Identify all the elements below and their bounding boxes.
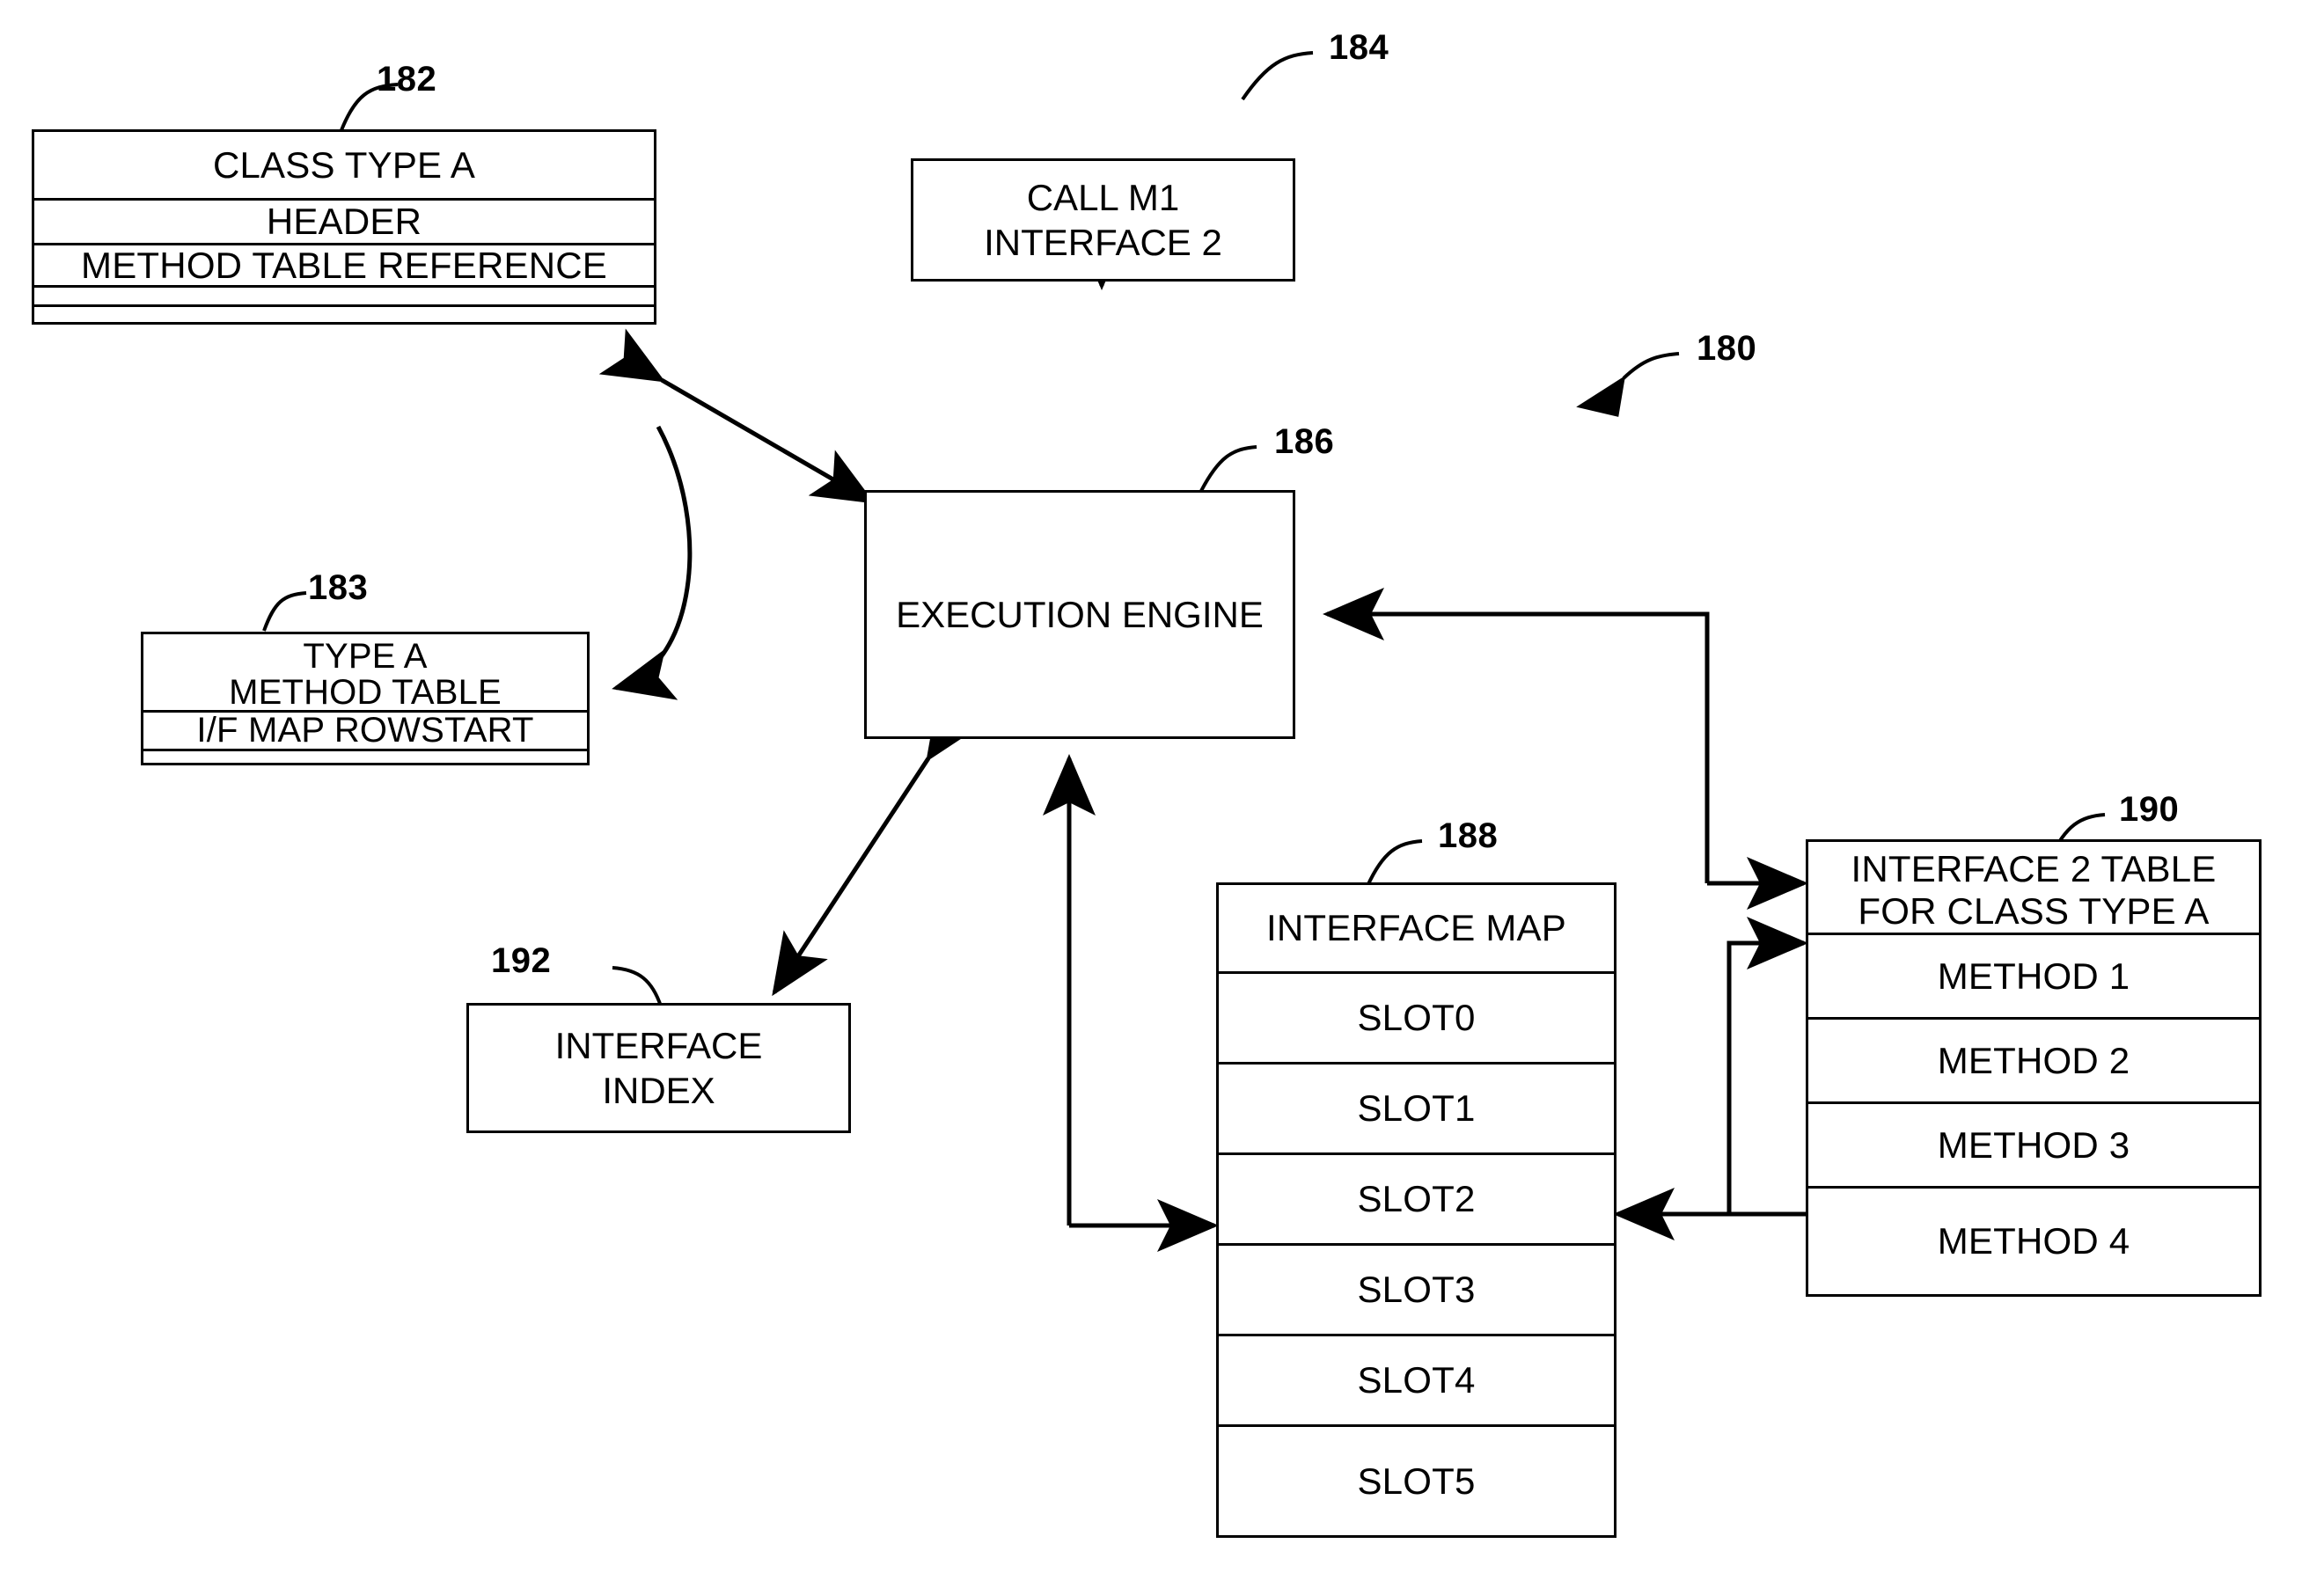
call-site-box: CALL M1 INTERFACE 2 xyxy=(911,158,1295,282)
class-type-a-row-empty-1 xyxy=(34,285,654,304)
interface-2-table-title-line-1: INTERFACE 2 TABLE xyxy=(1851,847,2217,889)
reference-numeral-182: 182 xyxy=(377,60,437,99)
type-a-method-table-row-if-map-rowstart: I/F MAP ROWSTART xyxy=(143,710,587,750)
interface-2-table-title-line-2: FOR CLASS TYPE A xyxy=(1858,890,2210,932)
arrow-slot2-to-iface2table xyxy=(1617,917,1808,1217)
reference-numeral-188: 188 xyxy=(1438,816,1499,855)
interface-2-table-method-4: METHOD 4 xyxy=(1808,1186,2259,1294)
type-a-method-table-title-line-1: TYPE A xyxy=(303,636,428,676)
type-a-method-table-box: TYPE A METHOD TABLE I/F MAP ROWSTART xyxy=(141,632,590,765)
interface-map-box: INTERFACE MAP SLOT0 SLOT1 SLOT2 SLOT3 SL… xyxy=(1216,882,1617,1538)
class-type-a-row-empty-2 xyxy=(34,304,654,324)
reference-numeral-184: 184 xyxy=(1329,28,1389,67)
interface-map-slot-2: SLOT2 xyxy=(1219,1152,1614,1243)
call-site-line-2: INTERFACE 2 xyxy=(984,222,1222,263)
reference-numeral-180: 180 xyxy=(1697,329,1757,368)
type-a-method-table-row-empty xyxy=(143,749,587,765)
arrow-engine-interfaceindex-bidirectional xyxy=(772,696,982,997)
interface-2-table-box: INTERFACE 2 TABLE FOR CLASS TYPE A METHO… xyxy=(1806,839,2262,1297)
interface-2-table-method-3: METHOD 3 xyxy=(1808,1101,2259,1186)
arrow-class-engine-bidirectional xyxy=(598,328,876,504)
arrowhead-180 xyxy=(1576,375,1626,417)
arrow-methodtableref-to-methodtable xyxy=(612,425,693,700)
interface-index-line-1: INTERFACE xyxy=(554,1024,763,1066)
interface-map-slot-5: SLOT5 xyxy=(1219,1424,1614,1535)
interface-index-line-2: INDEX xyxy=(602,1070,715,1111)
class-type-a-row-method-table-reference: METHOD TABLE REFERENCE xyxy=(34,243,654,286)
interface-map-slot-3: SLOT3 xyxy=(1219,1243,1614,1334)
reference-numeral-190: 190 xyxy=(2119,790,2180,829)
interface-map-title: INTERFACE MAP xyxy=(1266,907,1566,948)
interface-map-slot-1: SLOT1 xyxy=(1219,1062,1614,1152)
leader-183 xyxy=(262,591,307,632)
interface-2-table-method-1: METHOD 1 xyxy=(1808,933,2259,1017)
type-a-method-table-title-line-2: METHOD TABLE xyxy=(229,672,502,712)
execution-engine-label: EXECUTION ENGINE xyxy=(896,593,1264,635)
leader-186 xyxy=(1199,445,1257,492)
execution-engine-box: EXECUTION ENGINE xyxy=(864,490,1295,739)
leader-184 xyxy=(1241,51,1314,101)
reference-numeral-186: 186 xyxy=(1274,422,1335,461)
leader-180 xyxy=(1622,352,1680,380)
interface-map-slot-4: SLOT4 xyxy=(1219,1334,1614,1424)
interface-2-table-method-2: METHOD 2 xyxy=(1808,1017,2259,1101)
interface-index-box: INTERFACE INDEX xyxy=(466,1003,851,1133)
arrow-iface2table-to-engine xyxy=(1323,588,1710,883)
patent-figure: 184 182 180 186 183 190 188 192 CLASS TY… xyxy=(0,0,2324,1595)
call-site-line-1: CALL M1 xyxy=(1026,176,1180,218)
reference-numeral-192: 192 xyxy=(491,941,552,980)
class-type-a-box: CLASS TYPE A HEADER METHOD TABLE REFEREN… xyxy=(32,129,656,325)
class-type-a-row-header: HEADER xyxy=(34,198,654,243)
class-type-a-title: CLASS TYPE A xyxy=(212,143,476,186)
interface-map-slot-0: SLOT0 xyxy=(1219,971,1614,1062)
leader-188 xyxy=(1366,839,1423,887)
reference-numeral-183: 183 xyxy=(308,568,369,607)
